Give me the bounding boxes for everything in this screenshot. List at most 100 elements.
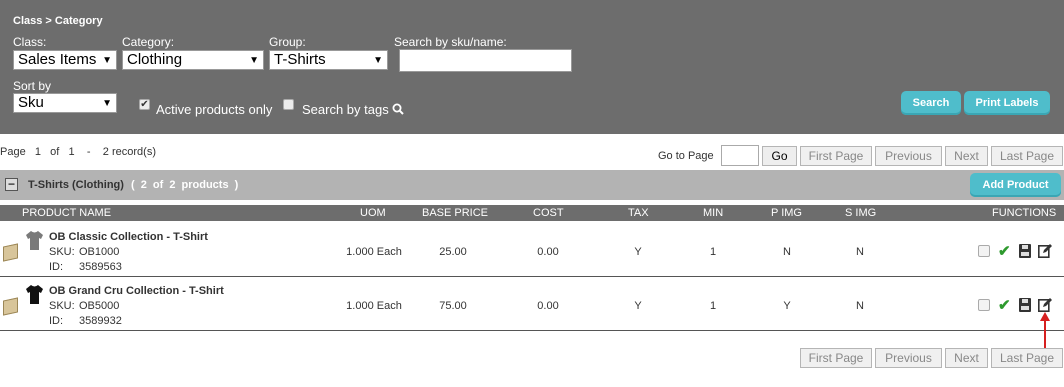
- dropdown-arrow-icon: ▼: [102, 55, 112, 66]
- col-s-img: S IMG: [845, 207, 877, 219]
- group-title: T-Shirts (Clothing): [28, 179, 124, 191]
- col-p-img: P IMG: [771, 207, 802, 219]
- sku-value: OB1000: [79, 246, 120, 258]
- page-info: Page 1 of 1 - 2 record(s): [0, 146, 156, 158]
- category-label: Category:: [122, 35, 175, 49]
- dash: -: [86, 146, 91, 158]
- product-id: ID: 3589932: [49, 315, 122, 327]
- breadcrumb: Class > Category: [13, 15, 103, 27]
- id-value: 3589932: [79, 315, 122, 327]
- col-cost: COST: [533, 207, 564, 219]
- goto-label: Go to Page: [658, 150, 714, 162]
- first-page-button[interactable]: First Page: [800, 146, 872, 166]
- cost-cell: 0.00: [537, 300, 559, 312]
- tshirt-icon: [26, 231, 43, 250]
- uom-cell: 1.000 Each: [346, 246, 402, 258]
- col-uom: UOM: [360, 207, 386, 219]
- min-cell: 1: [709, 300, 717, 312]
- search-tags-label: Search by tags: [302, 102, 389, 117]
- dropdown-arrow-icon: ▼: [249, 55, 259, 66]
- product-sku: SKU: OB1000: [49, 246, 119, 258]
- search-input[interactable]: [399, 49, 572, 72]
- sort-label: Sort by: [13, 79, 52, 93]
- s-img-cell: N: [856, 300, 864, 312]
- current-page: 1: [34, 146, 41, 158]
- active-only-checkbox[interactable]: ✔: [139, 99, 150, 110]
- group-header: − T-Shirts (Clothing) ( 2 of 2 products …: [0, 170, 1064, 200]
- tax-cell: Y: [634, 300, 642, 312]
- search-button[interactable]: Search: [901, 91, 961, 115]
- category-select-value: Clothing: [127, 51, 183, 68]
- edit-icon[interactable]: [1038, 297, 1052, 312]
- sort-select[interactable]: Sku ▼: [13, 93, 117, 113]
- search-icon: [392, 103, 405, 115]
- sort-select-value: Sku: [18, 94, 44, 111]
- tshirt-icon: [26, 285, 43, 304]
- col-min: MIN: [703, 207, 724, 219]
- sku-value: OB5000: [79, 300, 120, 312]
- uom-cell: 1.000 Each: [346, 300, 402, 312]
- base-price-cell: 75.00: [439, 300, 467, 312]
- group-select[interactable]: T-Shirts ▼: [269, 50, 388, 70]
- col-base-price: BASE PRICE: [422, 207, 489, 219]
- save-icon[interactable]: [1019, 244, 1031, 258]
- filter-panel: Class > Category Class: Sales Items ▼ Ca…: [0, 0, 1064, 134]
- table-row: OB Grand Cru Collection - T-Shirt SKU: OB…: [0, 279, 1064, 331]
- p-img-cell: Y: [783, 300, 791, 312]
- page-word: Page: [0, 146, 26, 158]
- min-cell: 1: [709, 246, 717, 258]
- product-id: ID: 3589563: [49, 261, 122, 273]
- p-img-cell: N: [783, 246, 791, 258]
- sku-label: SKU:: [49, 246, 75, 258]
- dropdown-arrow-icon: ▼: [373, 55, 383, 66]
- row-select-checkbox[interactable]: [978, 299, 990, 311]
- cost-cell: 0.00: [537, 246, 559, 258]
- box-icon: [3, 297, 18, 316]
- search-tags-label-wrap: Search by tags: [302, 102, 405, 117]
- group-select-value: T-Shirts: [274, 51, 326, 68]
- id-value: 3589563: [79, 261, 122, 273]
- box-icon: [3, 243, 18, 262]
- go-button[interactable]: Go: [762, 146, 797, 166]
- total-pages: 1: [68, 146, 75, 158]
- search-label: Search by sku/name:: [394, 35, 507, 49]
- id-label: ID:: [49, 315, 64, 327]
- product-sku: SKU: OB5000: [49, 300, 119, 312]
- print-labels-button[interactable]: Print Labels: [964, 91, 1050, 115]
- tax-cell: Y: [634, 246, 642, 258]
- dropdown-arrow-icon: ▼: [102, 98, 112, 109]
- checkmark-icon[interactable]: ✔: [998, 296, 1011, 314]
- class-label: Class:: [13, 35, 47, 49]
- row-select-checkbox[interactable]: [978, 245, 990, 257]
- previous-button-bottom[interactable]: Previous: [875, 348, 942, 368]
- next-button[interactable]: Next: [945, 146, 988, 166]
- first-page-button-bottom[interactable]: First Page: [800, 348, 872, 368]
- goto-page-input[interactable]: [721, 145, 759, 166]
- checkmark-icon[interactable]: ✔: [998, 242, 1011, 260]
- category-select[interactable]: Clothing ▼: [122, 50, 264, 70]
- last-page-button[interactable]: Last Page: [991, 146, 1063, 166]
- previous-button[interactable]: Previous: [875, 146, 942, 166]
- record-count: 2 record(s): [102, 146, 156, 158]
- search-tags-checkbox[interactable]: [283, 99, 294, 110]
- id-label: ID:: [49, 261, 64, 273]
- product-name[interactable]: OB Classic Collection - T-Shirt: [49, 231, 208, 243]
- table-row: OB Classic Collection - T-Shirt SKU: OB10…: [0, 225, 1064, 277]
- of-word: of: [50, 146, 60, 158]
- product-name[interactable]: OB Grand Cru Collection - T-Shirt: [49, 285, 224, 297]
- edit-icon[interactable]: [1038, 243, 1052, 258]
- collapse-icon[interactable]: −: [5, 178, 18, 191]
- s-img-cell: N: [856, 246, 864, 258]
- col-functions: FUNCTIONS: [992, 207, 1057, 219]
- class-select[interactable]: Sales Items ▼: [13, 50, 117, 70]
- next-button-bottom[interactable]: Next: [945, 348, 988, 368]
- base-price-cell: 25.00: [439, 246, 467, 258]
- active-only-label: Active products only: [156, 102, 273, 117]
- col-tax: TAX: [628, 207, 649, 219]
- sku-label: SKU:: [49, 300, 75, 312]
- table-header: PRODUCT NAME UOM BASE PRICE COST TAX MIN…: [0, 205, 1064, 221]
- last-page-button-bottom[interactable]: Last Page: [991, 348, 1063, 368]
- col-product-name: PRODUCT NAME: [22, 207, 112, 219]
- add-product-button[interactable]: Add Product: [970, 173, 1061, 197]
- save-icon[interactable]: [1019, 298, 1031, 312]
